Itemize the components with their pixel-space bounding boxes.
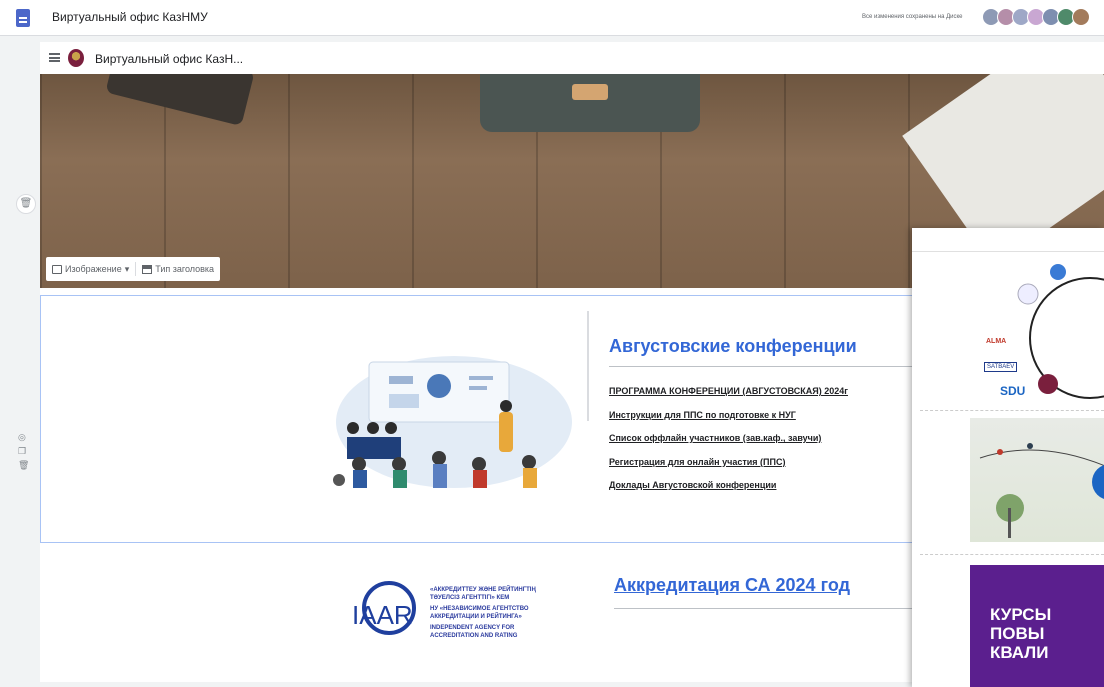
preview-panel[interactable]: ALMA SATBAEV SDU КУРСЫ ПОВЫ КВАЛИ bbox=[912, 228, 1104, 687]
divider bbox=[587, 311, 589, 421]
editor-window: Виртуальный офис КазНМУ Все изменения со… bbox=[0, 0, 1104, 687]
collaborator-avatar[interactable] bbox=[1072, 8, 1090, 26]
iaar-line: INDEPENDENT AGENCY FOR bbox=[430, 625, 515, 631]
image-control-button[interactable]: Изображение ▾ bbox=[52, 264, 129, 275]
banner-line: КВАЛИ bbox=[990, 643, 1049, 662]
iaar-line: «АККРЕДИТТЕУ ЖӘНЕ РЕЙТИНГТІҢ bbox=[430, 587, 536, 593]
book-image bbox=[105, 74, 255, 127]
copy-icon[interactable]: ❐ bbox=[18, 446, 29, 457]
alma-logo: ALMA bbox=[986, 338, 1007, 345]
divider bbox=[920, 410, 1104, 411]
iaar-logo: IAAR bbox=[352, 581, 416, 635]
trash-icon[interactable]: 🗑 bbox=[18, 460, 29, 471]
courses-banner[interactable]: КУРСЫ ПОВЫ КВАЛИ bbox=[970, 565, 1104, 687]
reports-link[interactable]: Доклады Августовской конференции bbox=[609, 480, 848, 504]
divider bbox=[920, 554, 1104, 555]
header-type-button[interactable]: Тип заголовка bbox=[142, 264, 214, 274]
image-icon bbox=[52, 264, 62, 274]
collaborator-avatars[interactable] bbox=[982, 8, 1090, 26]
courses-banner-text: КУРСЫ ПОВЫ КВАЛИ bbox=[990, 605, 1051, 662]
save-status: Все изменения сохранены на Диске bbox=[862, 14, 963, 20]
conferences-heading[interactable]: Августовские конференции bbox=[609, 336, 857, 357]
music-card[interactable] bbox=[970, 418, 1104, 542]
header-type-icon bbox=[142, 264, 153, 274]
divider bbox=[614, 608, 924, 609]
instructions-link[interactable]: Инструкции для ППС по подготовке к НУГ bbox=[609, 410, 848, 434]
satbaev-logo: SATBAEV bbox=[984, 362, 1018, 372]
left-rail: 🗑 ◎ ❐ 🗑 bbox=[0, 36, 40, 687]
sites-doc-icon[interactable] bbox=[16, 9, 30, 27]
divider bbox=[609, 366, 919, 367]
header-type-label: Тип заголовка bbox=[155, 264, 215, 274]
section-tools: ◎ ❐ 🗑 bbox=[18, 432, 29, 471]
program-link[interactable]: ПРОГРАММА КОНФЕРЕНЦИИ (АВГУСТОВСКАЯ) 202… bbox=[609, 386, 848, 410]
banner-line: КУРСЫ bbox=[990, 605, 1052, 624]
delete-header-button[interactable]: 🗑 bbox=[16, 194, 36, 214]
iaar-line: ТӘУЕЛСІЗ АГЕНТТІГІ» КЕМ bbox=[430, 594, 510, 601]
music-graphic bbox=[979, 443, 1104, 538]
iaar-line: ACCREDITATION AND RATING bbox=[430, 632, 518, 639]
top-app-bar: Виртуальный офис КазНМУ Все изменения со… bbox=[0, 0, 1104, 36]
site-header: Виртуальный офис КазН... bbox=[40, 42, 1104, 74]
image-control-label: Изображение bbox=[65, 264, 122, 274]
university-logo bbox=[68, 49, 84, 67]
typewriter-image bbox=[480, 74, 700, 132]
banner-line: ПОВЫ bbox=[990, 624, 1045, 643]
universities-card[interactable]: ALMA SATBAEV SDU bbox=[940, 258, 1104, 408]
conference-links: ПРОГРАММА КОНФЕРЕНЦИИ (АВГУСТОВСКАЯ) 202… bbox=[609, 386, 848, 504]
iaar-text: «АККРЕДИТТЕУ ЖӘНЕ РЕЙТИНГТІҢ ТӘУЕЛСІЗ АГ… bbox=[430, 587, 580, 640]
site-title[interactable]: Виртуальный офис КазН... bbox=[95, 52, 243, 66]
palette-icon[interactable]: ◎ bbox=[18, 432, 29, 443]
iaar-line: НУ «НЕЗАВИСИМОЕ АГЕНТСТВО bbox=[430, 606, 529, 612]
preview-toolbar bbox=[912, 228, 1104, 252]
header-controls: Изображение ▾ Тип заголовка bbox=[46, 257, 221, 281]
app-title[interactable]: Виртуальный офис КазНМУ bbox=[52, 10, 208, 24]
online-registration-link[interactable]: Регистрация для онлайн участия (ППС) bbox=[609, 457, 848, 481]
accreditation-link[interactable]: Аккредитация СА 2024 год bbox=[614, 575, 850, 596]
iaar-logo-text: IAAR bbox=[352, 600, 413, 630]
divider bbox=[135, 262, 137, 276]
menu-icon[interactable] bbox=[49, 53, 60, 62]
iaar-line: АККРЕДИТАЦИИ И РЕЙТИНГА» bbox=[430, 613, 522, 620]
offline-participants-link[interactable]: Список оффлайн участников (зав.каф., зав… bbox=[609, 433, 848, 457]
conference-illustration bbox=[333, 356, 572, 488]
chevron-down-icon: ▾ bbox=[124, 263, 130, 274]
sdu-logo: SDU bbox=[1000, 384, 1026, 398]
